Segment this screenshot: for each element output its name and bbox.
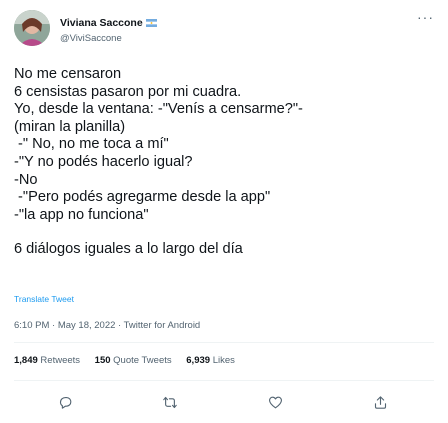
argentina-flag-icon	[145, 19, 157, 27]
likes-label: Likes	[212, 355, 235, 366]
like-button[interactable]	[265, 392, 285, 412]
share-icon	[374, 395, 386, 409]
like-icon	[268, 396, 282, 408]
retweets-label: Retweets	[40, 355, 81, 366]
user-handle[interactable]: @ViviSaccone	[60, 33, 157, 44]
tweet-line: No me censaron	[14, 66, 122, 82]
tweet-line: -"la app no funciona"	[14, 206, 149, 223]
share-button[interactable]	[370, 392, 390, 412]
tweet-line: -" No, no me toca a mí"	[14, 136, 169, 153]
quote-tweets-label: Quote Tweets	[113, 355, 172, 366]
tweet-line: -"Pero podés agregarme desde la app"	[14, 189, 271, 206]
tweet-text: No me censaron 6 censistas pasaron por m…	[14, 66, 434, 259]
tweet-header: Viviana Saccone @ViviSaccone ···	[14, 10, 434, 50]
retweets-stat[interactable]: 1,849 Retweets	[14, 355, 80, 366]
more-options-icon[interactable]: ···	[417, 10, 434, 24]
retweet-button[interactable]	[160, 392, 180, 412]
retweet-icon	[163, 396, 177, 408]
tweet-line: Yo, desde la ventana: -"Venís a censarme…	[14, 101, 303, 118]
tweet-line: -"Y no podés hacerlo igual?	[14, 153, 193, 170]
quote-tweets-stat[interactable]: 150 Quote Tweets	[95, 355, 172, 366]
quote-tweets-count: 150	[94, 355, 111, 366]
retweets-count: 1,849	[14, 355, 38, 366]
divider	[14, 342, 434, 343]
tweet-stats: 1,849 Retweets 150 Quote Tweets 6,939 Li…	[14, 355, 247, 366]
translate-tweet-link[interactable]: Translate Tweet	[14, 294, 74, 304]
likes-count: 6,939	[186, 355, 211, 366]
tweet-line: -No	[14, 171, 38, 188]
avatar[interactable]	[14, 10, 50, 46]
user-names: Viviana Saccone @ViviSaccone	[60, 13, 157, 44]
display-name-link[interactable]: Viviana Saccone	[60, 17, 157, 29]
reply-button[interactable]	[55, 392, 75, 412]
tweet-line: 6 censistas pasaron por mi cuadra.	[14, 83, 242, 100]
display-name[interactable]: Viviana Saccone	[60, 17, 143, 29]
tweet-closing-line: 6 diálogos iguales a lo largo del día	[14, 241, 243, 258]
divider	[14, 380, 434, 381]
tweet-actions	[0, 392, 448, 414]
tweet-meta[interactable]: 6:10 PM · May 18, 2022 · Twitter for And…	[14, 320, 200, 331]
tweet-line: (miran la planilla)	[14, 118, 126, 135]
likes-stat[interactable]: 6,939 Likes	[186, 355, 235, 366]
reply-icon	[59, 396, 71, 409]
